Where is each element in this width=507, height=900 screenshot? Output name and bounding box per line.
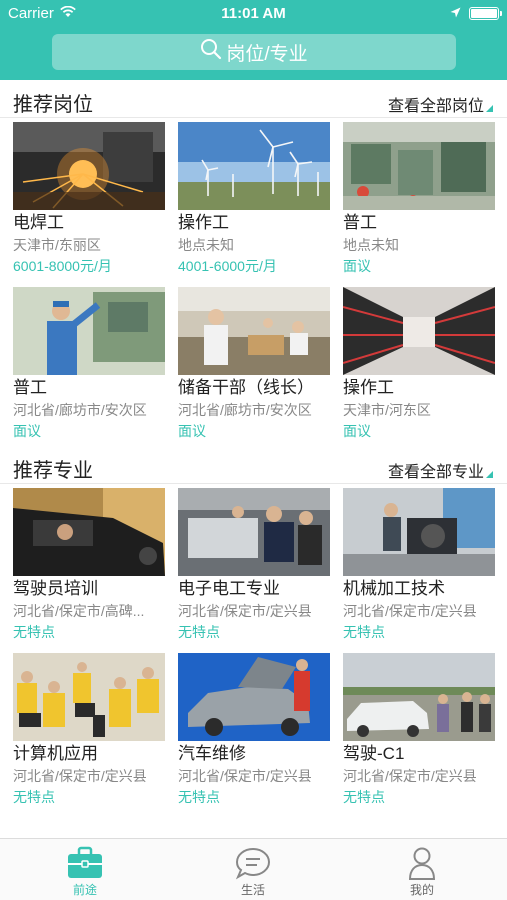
major-card[interactable]: 驾驶员培训 河北省/保定市/高碑... 无特点 xyxy=(13,488,165,643)
job-salary: 4001-6000元/月 xyxy=(178,258,277,274)
search-icon xyxy=(200,38,222,66)
job-card[interactable]: 普工 地点未知 面议 xyxy=(343,122,495,277)
job-card[interactable]: 操作工 地点未知 4001-6000元/月 xyxy=(178,122,330,277)
major-title: 驾驶员培训 xyxy=(13,579,98,598)
tab-label: 我的 xyxy=(409,883,434,897)
job-salary: 面议 xyxy=(343,423,371,439)
job-location: 天津市/东丽区 xyxy=(13,237,101,253)
major-thumbnail-driver xyxy=(13,488,165,576)
corner-triangle-icon xyxy=(486,104,493,112)
majors-section-header: 推荐专业 查看全部专业 xyxy=(0,448,507,488)
job-card[interactable]: 操作工 天津市/河东区 面议 xyxy=(343,287,495,442)
major-card[interactable]: 机械加工技术 河北省/保定市/定兴县 无特点 xyxy=(343,488,495,643)
major-title: 计算机应用 xyxy=(13,744,98,763)
job-thumbnail-welding xyxy=(13,122,165,210)
major-feature: 无特点 xyxy=(343,624,385,640)
tab-label: 前途 xyxy=(72,883,97,897)
major-title: 机械加工技术 xyxy=(343,579,445,598)
job-card[interactable]: 储备干部（线长） 河北省/廊坊市/安次区 面议 xyxy=(178,287,330,442)
tab-qiantu[interactable]: 前途 xyxy=(35,845,135,898)
major-feature: 无特点 xyxy=(178,624,220,640)
major-card[interactable]: 计算机应用 河北省/保定市/定兴县 无特点 xyxy=(13,653,165,808)
major-card[interactable]: 驾驶-C1 河北省/保定市/定兴县 无特点 xyxy=(343,653,495,808)
view-all-majors-link[interactable]: 查看全部专业 xyxy=(388,458,493,482)
major-location: 河北省/保定市/定兴县 xyxy=(343,768,477,784)
bottom-tab-bar: 前途 生活 我的 xyxy=(0,838,507,900)
major-thumbnail-computer-lab xyxy=(13,653,165,741)
job-card[interactable]: 电焊工 天津市/东丽区 6001-8000元/月 xyxy=(13,122,165,277)
job-location: 河北省/廊坊市/安次区 xyxy=(13,402,147,418)
major-title: 驾驶-C1 xyxy=(343,744,405,763)
majors-section-title: 推荐专业 xyxy=(13,460,93,482)
job-location: 地点未知 xyxy=(343,237,399,253)
jobs-section-title: 推荐岗位 xyxy=(13,94,93,116)
job-salary: 面议 xyxy=(13,423,41,439)
person-icon xyxy=(372,845,472,881)
tab-wode[interactable]: 我的 xyxy=(372,845,472,898)
major-thumbnail-electronics xyxy=(178,488,330,576)
major-location: 河北省/保定市/定兴县 xyxy=(13,768,147,784)
chat-bubble-icon xyxy=(203,845,303,881)
major-feature: 无特点 xyxy=(343,789,385,805)
app-header: Carrier 11:01 AM 岗位/专业 xyxy=(0,0,507,80)
job-salary: 面议 xyxy=(178,423,206,439)
corner-triangle-icon xyxy=(486,470,493,478)
major-thumbnail-driving-c1 xyxy=(343,653,495,741)
major-location: 河北省/保定市/高碑... xyxy=(13,603,145,619)
major-location: 河北省/保定市/定兴县 xyxy=(178,603,312,619)
job-title: 操作工 xyxy=(178,213,229,232)
divider xyxy=(0,117,507,118)
job-thumbnail-worker-blue xyxy=(13,287,165,375)
major-thumbnail-auto-repair xyxy=(178,653,330,741)
search-input[interactable]: 岗位/专业 xyxy=(52,34,456,70)
job-salary: 6001-8000元/月 xyxy=(13,258,112,274)
major-title: 电子电工专业 xyxy=(178,579,280,598)
major-card[interactable]: 汽车维修 河北省/保定市/定兴县 无特点 xyxy=(178,653,330,808)
major-feature: 无特点 xyxy=(178,789,220,805)
job-title: 储备干部（线长） xyxy=(178,378,314,397)
jobs-section-header: 推荐岗位 查看全部岗位 xyxy=(0,82,507,122)
briefcase-icon xyxy=(35,845,135,881)
job-title: 操作工 xyxy=(343,378,394,397)
major-title: 汽车维修 xyxy=(178,744,246,763)
divider xyxy=(0,483,507,484)
search-placeholder: 岗位/专业 xyxy=(226,43,308,65)
tab-label: 生活 xyxy=(240,883,265,897)
job-thumbnail-tire-warehouse xyxy=(343,287,495,375)
major-location: 河北省/保定市/定兴县 xyxy=(178,768,312,784)
job-card[interactable]: 普工 河北省/廊坊市/安次区 面议 xyxy=(13,287,165,442)
job-title: 电焊工 xyxy=(13,213,64,232)
job-title: 普工 xyxy=(13,378,47,397)
major-card[interactable]: 电子电工专业 河北省/保定市/定兴县 无特点 xyxy=(178,488,330,643)
job-location: 地点未知 xyxy=(178,237,234,253)
major-feature: 无特点 xyxy=(13,789,55,805)
tab-shenghuo[interactable]: 生活 xyxy=(203,845,303,898)
view-all-majors-label: 查看全部专业 xyxy=(387,464,484,481)
major-thumbnail-machining xyxy=(343,488,495,576)
battery-icon xyxy=(469,7,502,20)
job-title: 普工 xyxy=(343,213,377,232)
location-arrow-icon xyxy=(450,5,461,22)
job-thumbnail-factory-machines xyxy=(343,122,495,210)
job-location: 河北省/廊坊市/安次区 xyxy=(178,402,312,418)
view-all-jobs-link[interactable]: 查看全部岗位 xyxy=(388,92,493,116)
job-thumbnail-production-line xyxy=(178,287,330,375)
view-all-jobs-label: 查看全部岗位 xyxy=(387,98,484,115)
job-salary: 面议 xyxy=(343,258,371,274)
major-location: 河北省/保定市/定兴县 xyxy=(343,603,477,619)
status-bar: Carrier 11:01 AM xyxy=(0,0,507,28)
job-location: 天津市/河东区 xyxy=(343,402,431,418)
job-thumbnail-wind-turbines xyxy=(178,122,330,210)
status-time: 11:01 AM xyxy=(221,5,286,22)
major-feature: 无特点 xyxy=(13,624,55,640)
